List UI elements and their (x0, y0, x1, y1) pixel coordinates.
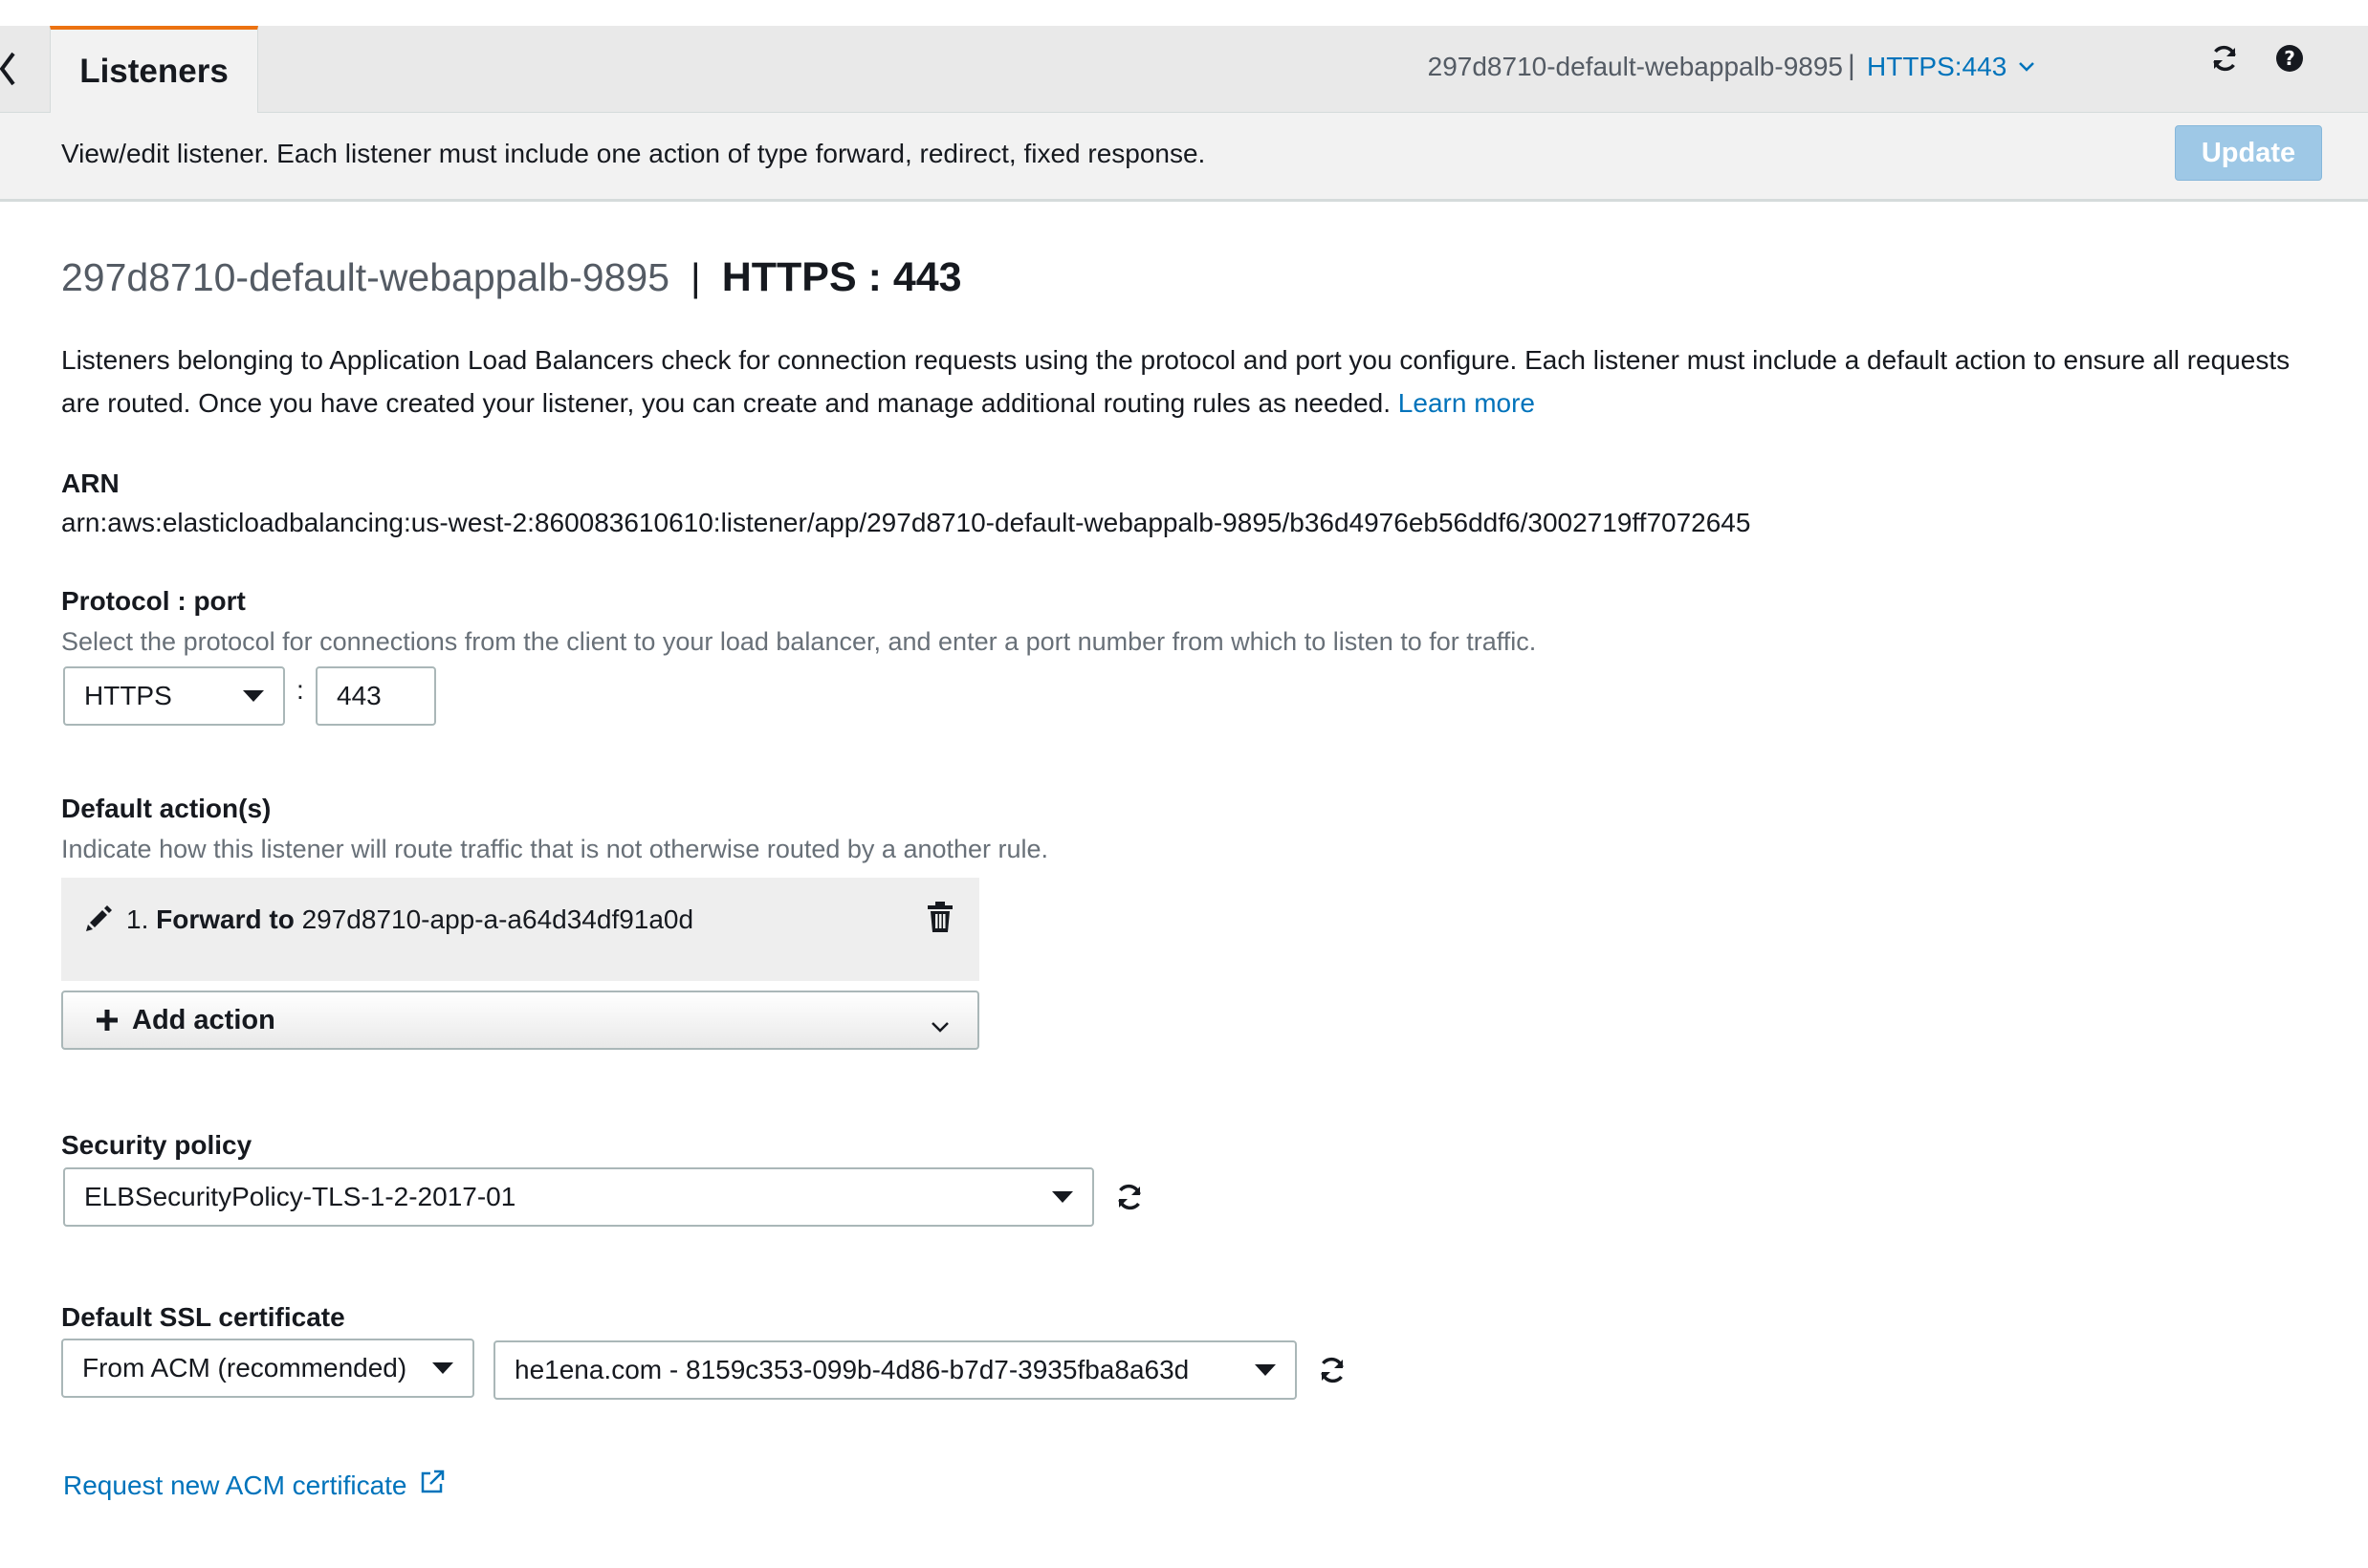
arn-label: ARN (61, 468, 120, 498)
add-action-label: Add action (132, 1004, 275, 1035)
plus-icon (96, 1009, 119, 1032)
certificate-select[interactable]: he1ena.com - 8159c353-099b-4d86-b7d7-393… (493, 1340, 1297, 1400)
title-load-balancer-name: 297d8710-default-webappalb-9895 (61, 255, 670, 299)
page-title: 297d8710-default-webappalb-9895 | HTTPS … (61, 254, 962, 301)
certificate-source-value: From ACM (recommended) (82, 1353, 407, 1383)
tab-label: Listeners (79, 52, 229, 90)
certificate-source-select[interactable]: From ACM (recommended) (61, 1339, 474, 1398)
ssl-certificate-label: Default SSL certificate (61, 1302, 345, 1332)
protocol-select-value: HTTPS (84, 681, 172, 710)
description-text: Listeners belonging to Application Load … (61, 345, 2291, 418)
port-input[interactable]: 443 (316, 666, 436, 726)
request-certificate-link[interactable]: Request new ACM certificate (63, 1470, 446, 1501)
action-item: 1. Forward to 297d8710-app-a-a64d34df91a… (126, 904, 693, 935)
action-type: Forward to (156, 904, 295, 934)
svg-text:?: ? (2284, 47, 2295, 70)
protocol-port-label: Protocol : port (61, 586, 246, 616)
security-policy-value: ELBSecurityPolicy-TLS-1-2-2017-01 (84, 1182, 516, 1211)
certificate-value: he1ena.com - 8159c353-099b-4d86-b7d7-393… (515, 1355, 1190, 1384)
title-separator: | (691, 255, 701, 299)
caret-down-icon (432, 1362, 453, 1374)
top-strip (0, 0, 2368, 26)
security-policy-label: Security policy (61, 1130, 252, 1160)
protocol-select[interactable]: HTTPS (63, 666, 285, 726)
learn-more-link[interactable]: Learn more (1398, 388, 1535, 418)
default-actions-help: Indicate how this listener will route tr… (61, 835, 1049, 863)
security-policy-select[interactable]: ELBSecurityPolicy-TLS-1-2-2017-01 (63, 1167, 1094, 1227)
port-input-value: 443 (337, 681, 382, 710)
protocol-port-colon: : (296, 675, 304, 705)
action-number: 1. (126, 904, 149, 934)
update-button[interactable]: Update (2175, 125, 2322, 181)
caret-down-icon (243, 690, 264, 702)
request-certificate-label: Request new ACM certificate (63, 1470, 407, 1500)
caret-down-icon (1052, 1191, 1073, 1203)
caret-down-icon (1255, 1364, 1276, 1376)
help-icon[interactable]: ? (2271, 40, 2308, 76)
description: Listeners belonging to Application Load … (61, 338, 2328, 425)
tab-listeners[interactable]: Listeners (50, 26, 258, 113)
chevron-down-icon (2019, 62, 2035, 72)
pencil-icon[interactable] (84, 904, 113, 933)
protocol-port-help: Select the protocol for connections from… (61, 627, 1537, 656)
refresh-icon[interactable] (1314, 1352, 1350, 1388)
listener-selector-label: HTTPS:443 (1867, 52, 2007, 81)
arn-value: arn:aws:elasticloadbalancing:us-west-2:8… (61, 508, 1751, 537)
breadcrumb-separator: | (1848, 50, 1855, 81)
trash-icon[interactable] (926, 901, 954, 933)
listener-selector[interactable]: HTTPS:443 (1867, 52, 2035, 82)
breadcrumb-load-balancer: 297d8710-default-webappalb-9895 (1427, 52, 1843, 81)
refresh-icon[interactable] (2206, 40, 2243, 76)
refresh-icon[interactable] (1111, 1179, 1148, 1215)
default-actions-label: Default action(s) (61, 794, 272, 823)
action-target: 297d8710-app-a-a64d34df91a0d (301, 904, 694, 934)
back-chevron-icon[interactable] (0, 50, 21, 88)
info-text: View/edit listener. Each listener must i… (61, 139, 1206, 168)
add-action-button[interactable]: Add action (61, 991, 979, 1050)
chevron-down-icon (930, 1010, 951, 1041)
title-protocol-port: HTTPS : 443 (721, 254, 962, 300)
external-link-icon (421, 1470, 444, 1493)
